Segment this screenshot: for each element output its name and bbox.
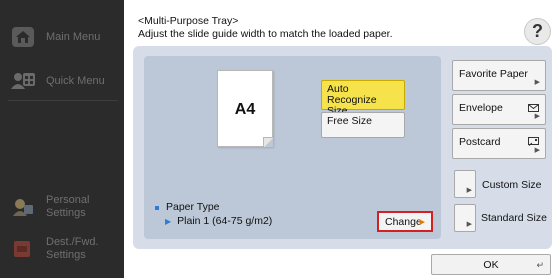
paper-type-heading: Paper Type — [155, 201, 220, 214]
help-icon: ? — [532, 21, 543, 41]
postcard-button[interactable]: Postcard ▶ — [452, 128, 546, 159]
sidebar-item-label-line2: Settings — [46, 249, 86, 261]
dest-fwd-settings-icon — [10, 238, 36, 260]
triangle-right-icon: ▶ — [165, 217, 172, 226]
custom-size-button[interactable]: ▶ — [454, 170, 476, 198]
sidebar-item-label: Quick Menu — [46, 74, 105, 87]
postcard-label: Postcard — [459, 136, 501, 148]
sidebar-item-quick-menu[interactable]: Quick Menu — [0, 70, 124, 92]
ok-button[interactable]: OK ↵ — [431, 254, 551, 275]
chevron-right-icon: ▶ — [419, 219, 425, 226]
custom-size-label: Custom Size — [482, 179, 542, 191]
free-size-label: Free Size — [327, 115, 372, 127]
personal-settings-icon — [10, 196, 36, 218]
paper-type-label: Paper Type — [166, 201, 220, 213]
instruction-text: Adjust the slide guide width to match th… — [138, 28, 393, 40]
quick-menu-icon — [10, 70, 36, 92]
change-label: Change — [385, 215, 422, 228]
paper-type-value: Plain 1 (64-75 g/m2) — [177, 215, 273, 227]
home-icon — [10, 26, 36, 48]
help-button[interactable]: ? — [524, 18, 551, 45]
sidebar-item-dest-fwd-settings[interactable]: Dest./Fwd. Settings — [0, 236, 124, 262]
ok-label: OK — [483, 258, 499, 271]
paper-type-value-row: ▶ Plain 1 (64-75 g/m2) — [165, 215, 272, 228]
sidebar-item-label-line2: Settings — [46, 207, 86, 219]
standard-size-button[interactable]: ▶ — [454, 204, 476, 232]
page-title: <Multi-Purpose Tray> — [138, 15, 239, 27]
return-arrow-icon: ↵ — [536, 260, 544, 270]
sidebar-item-label-group: Dest./Fwd. Settings — [46, 236, 99, 262]
sidebar-item-main-menu[interactable]: Main Menu — [0, 26, 124, 48]
envelope-button[interactable]: Envelope ▶ — [452, 94, 546, 125]
chevron-right-icon: ▶ — [534, 79, 540, 86]
paper-preview: A4 — [217, 70, 273, 147]
standard-size-label: Standard Size — [481, 212, 547, 224]
chevron-right-icon: ▶ — [466, 221, 472, 228]
sidebar-item-personal-settings[interactable]: Personal Settings — [0, 194, 124, 220]
chevron-right-icon: ▶ — [534, 113, 540, 120]
sidebar-item-label: Dest./Fwd. — [46, 236, 99, 248]
change-paper-type-button[interactable]: Change ▶ — [377, 211, 433, 232]
bullet-icon — [155, 205, 159, 210]
favorite-paper-button[interactable]: Favorite Paper ▶ — [452, 60, 546, 91]
free-size-button[interactable]: Free Size — [321, 112, 405, 138]
favorite-paper-label: Favorite Paper — [459, 68, 528, 80]
sidebar-divider — [8, 100, 118, 101]
auto-recognize-label-line1: Auto Recognize — [327, 83, 377, 106]
chevron-right-icon: ▶ — [466, 187, 472, 194]
sidebar-item-label: Personal — [46, 194, 90, 206]
header: <Multi-Purpose Tray> Adjust the slide gu… — [138, 15, 393, 41]
sidebar-item-label: Main Menu — [46, 30, 101, 43]
auto-recognize-size-button[interactable]: Auto Recognize Size — [321, 80, 405, 117]
paper-fold-corner — [263, 137, 273, 147]
sidebar-item-label-group: Personal Settings — [46, 194, 89, 220]
chevron-right-icon: ▶ — [534, 147, 540, 154]
sidebar: Main Menu Quick Menu Personal Settings D… — [0, 0, 124, 278]
envelope-label: Envelope — [459, 102, 503, 114]
paper-size-label: A4 — [234, 101, 256, 118]
